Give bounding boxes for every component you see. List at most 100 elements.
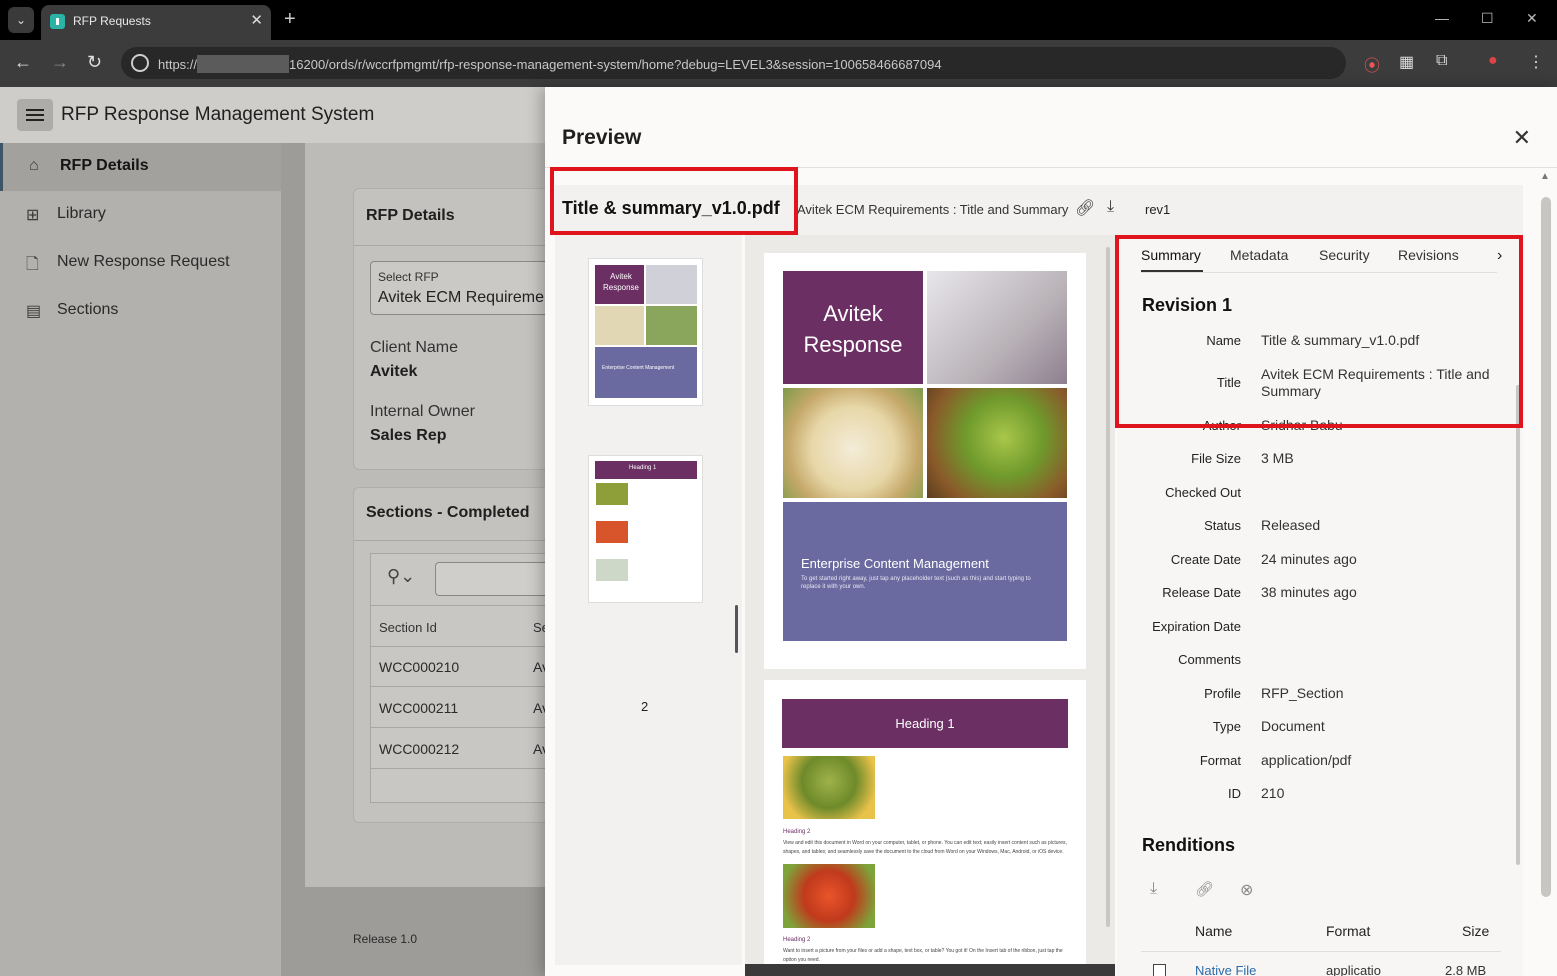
browser-tab[interactable]: RFP Requests ✕ bbox=[41, 5, 271, 40]
sidebar-item-rfp-details[interactable]: ⌂ RFP Details bbox=[0, 143, 281, 191]
reload-icon[interactable]: ↻ bbox=[87, 52, 102, 73]
release-footer: Release 1.0 bbox=[353, 932, 418, 946]
back-icon[interactable]: ← bbox=[14, 52, 32, 73]
field-label-id: ID bbox=[1228, 786, 1241, 801]
field-value-id: 210 bbox=[1261, 785, 1285, 801]
tab-title: RFP Requests bbox=[73, 14, 151, 28]
new-tab-icon[interactable]: + bbox=[284, 8, 296, 31]
photo-peppers bbox=[783, 864, 875, 928]
body-text: Want to insert a picture from your files… bbox=[783, 948, 1063, 963]
browser-menu-icon[interactable]: ⋮ bbox=[1528, 52, 1544, 72]
dialog-title: Preview bbox=[562, 126, 642, 149]
field-label-file-size: File Size bbox=[1191, 451, 1241, 466]
field-value-create-date: 24 minutes ago bbox=[1261, 551, 1357, 567]
rendition-download-icon[interactable]: ⤓ bbox=[1150, 880, 1157, 898]
thumb-heading: Heading 1 bbox=[629, 465, 657, 471]
photo-glasses bbox=[927, 271, 1067, 384]
new-document-icon: 🗋 bbox=[26, 256, 39, 273]
field-value-profile: RFP_Section bbox=[1261, 685, 1344, 701]
sidebar-item-new-response-request[interactable]: 🗋 New Response Request bbox=[0, 239, 281, 287]
window-close-icon[interactable]: ✕ bbox=[1526, 10, 1538, 27]
photo-salad bbox=[927, 388, 1067, 498]
preview-dialog: Preview ✕ Title & summary_v1.0.pdf Avite… bbox=[545, 87, 1557, 976]
rendition-link-icon[interactable]: 🔗︎ bbox=[1195, 880, 1214, 898]
photo-pasta bbox=[783, 388, 923, 498]
rendition-delete-icon[interactable]: ⊗ bbox=[1240, 880, 1253, 900]
search-icon[interactable]: ⚲⌄ bbox=[387, 566, 415, 587]
menu-toggle-button[interactable] bbox=[17, 99, 53, 131]
thumb-heading: Avitek Response bbox=[602, 272, 640, 292]
home-icon: ⌂ bbox=[29, 157, 39, 174]
photo-artichoke bbox=[783, 756, 875, 819]
field-label-type: Type bbox=[1212, 719, 1241, 734]
thumbnail-splitter[interactable] bbox=[735, 605, 738, 653]
browser-toolbar: ← → ↻ https://16200/ords/r/wccrfpmgmt/rf… bbox=[0, 40, 1557, 87]
thumbnail-page-1[interactable]: Avitek Response Enterprise Content Manag… bbox=[588, 258, 703, 406]
field-label-release-date: Release Date bbox=[1162, 585, 1241, 600]
tab-search-button[interactable]: ⌄ bbox=[8, 7, 34, 33]
rendition-col-size[interactable]: Size bbox=[1462, 923, 1489, 939]
rendition-row-checkbox[interactable] bbox=[1153, 964, 1166, 976]
url-text: https://16200/ords/r/wccrfpmgmt/rfp-resp… bbox=[158, 55, 942, 73]
highlight-doc-name bbox=[550, 167, 798, 235]
thumbnail-pane: Avitek Response Enterprise Content Manag… bbox=[555, 235, 742, 965]
field-value-release-date: 38 minutes ago bbox=[1261, 584, 1357, 600]
app-title: RFP Response Management System bbox=[61, 104, 375, 125]
field-label-comments: Comments bbox=[1178, 652, 1241, 667]
address-bar[interactable]: https://16200/ords/r/wccrfpmgmt/rfp-resp… bbox=[121, 47, 1346, 79]
thumb-photo bbox=[596, 559, 628, 581]
sidebar-item-label: RFP Details bbox=[60, 157, 149, 174]
sub-heading: Heading 2 bbox=[783, 829, 811, 835]
site-info-icon[interactable] bbox=[131, 54, 149, 72]
close-icon[interactable]: ✕ bbox=[1513, 125, 1531, 151]
rendition-size: 2.8 MB bbox=[1445, 963, 1487, 976]
select-rfp-value: Avitek ECM Requiremen bbox=[378, 289, 553, 306]
minimize-icon[interactable]: — bbox=[1435, 10, 1449, 26]
qr-code-icon[interactable]: ▦ bbox=[1399, 52, 1414, 72]
field-value-format: application/pdf bbox=[1261, 752, 1352, 768]
field-label-expiration-date: Expiration Date bbox=[1152, 619, 1241, 634]
thumb-photo bbox=[646, 306, 697, 345]
info-scrollbar[interactable] bbox=[1516, 385, 1520, 865]
field-label-profile: Profile bbox=[1204, 686, 1241, 701]
tab-close-icon[interactable]: ✕ bbox=[250, 11, 263, 29]
download-icon[interactable]: ⤓ bbox=[1107, 198, 1114, 216]
sidebar-item-library[interactable]: ⊞ Library bbox=[0, 191, 281, 239]
banner-text: To get started right away, just tap any … bbox=[801, 576, 1031, 590]
cell-section-id: WCC000212 bbox=[379, 741, 460, 757]
scroll-up-icon[interactable]: ▲ bbox=[1540, 171, 1550, 182]
sidebar-item-label: New Response Request bbox=[57, 253, 230, 270]
dialog-scrollbar[interactable] bbox=[1541, 197, 1551, 897]
field-label-format: Format bbox=[1199, 753, 1241, 768]
thumb-photo bbox=[596, 483, 628, 505]
app-favicon-icon bbox=[50, 14, 65, 29]
page-2: Heading 1 Heading 2 View and edit this d… bbox=[764, 680, 1086, 976]
cell-section-id: WCC000210 bbox=[379, 659, 460, 675]
profile-avatar-icon[interactable]: ● bbox=[1488, 52, 1498, 70]
extensions-icon[interactable]: ⧉ bbox=[1436, 52, 1447, 70]
preview-scrollbar[interactable] bbox=[1106, 247, 1110, 927]
rendition-format: applicatio bbox=[1326, 963, 1381, 976]
screen-record-icon[interactable]: ⦿ bbox=[1364, 52, 1380, 76]
field-label-create-date: Create Date bbox=[1170, 552, 1241, 567]
thumbnail-page-2[interactable]: Heading 1 bbox=[588, 455, 703, 603]
thumb-photo bbox=[646, 265, 697, 304]
grid-icon: ⊞ bbox=[26, 207, 40, 224]
select-rfp-label: Select RFP bbox=[378, 270, 439, 284]
maximize-icon[interactable]: ☐ bbox=[1481, 10, 1494, 27]
client-name-label: Client Name bbox=[370, 339, 459, 356]
forward-icon[interactable]: → bbox=[51, 52, 69, 73]
sidebar-item-label: Sections bbox=[57, 301, 119, 318]
tab-bar: ⌄ RFP Requests ✕ + — ☐ ✕ bbox=[0, 0, 1557, 40]
field-value-status: Released bbox=[1261, 517, 1321, 533]
column-header-section-id[interactable]: Section Id bbox=[379, 620, 437, 635]
link-icon[interactable]: 🔗︎ bbox=[1075, 198, 1095, 218]
internal-owner-value: Sales Rep bbox=[370, 427, 447, 444]
rendition-col-name[interactable]: Name bbox=[1195, 923, 1232, 939]
thumb-banner bbox=[595, 347, 697, 398]
thumb-photo bbox=[595, 306, 644, 345]
rendition-col-format[interactable]: Format bbox=[1326, 923, 1370, 939]
sidebar-item-sections[interactable]: ▤ Sections bbox=[0, 287, 281, 335]
divider bbox=[1141, 951, 1501, 952]
rendition-name-link[interactable]: Native File bbox=[1195, 963, 1256, 976]
